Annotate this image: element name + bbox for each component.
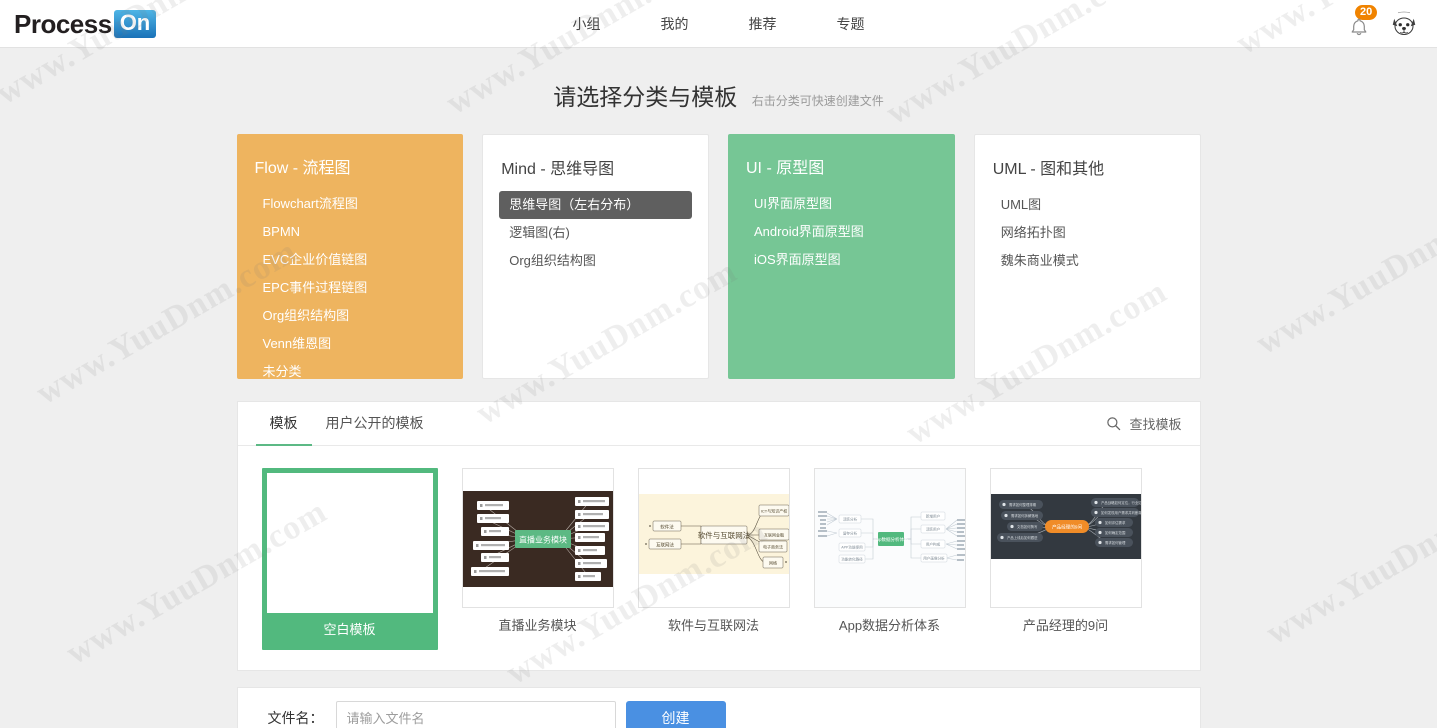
- svg-text:需求如何管理: 需求如何管理: [1105, 540, 1126, 545]
- svg-text:互联网法: 互联网法: [656, 542, 674, 549]
- category-title: Mind - 思维导图: [501, 161, 615, 178]
- nav-item-mine[interactable]: 我的: [653, 10, 697, 38]
- nav-item-group[interactable]: 小组: [565, 10, 609, 38]
- header-right-actions: 20: [1347, 4, 1419, 39]
- tab-public-templates[interactable]: 用户公开的模板: [312, 402, 438, 446]
- category-item-bpmn[interactable]: BPMN: [253, 218, 448, 246]
- category-card-flow[interactable]: Flow - 流程图 Flowchart流程图 BPMN EVC企业价值链图 E…: [236, 134, 464, 379]
- notifications-button[interactable]: 20: [1347, 4, 1378, 39]
- avatar[interactable]: [1389, 9, 1419, 39]
- svg-text:直播业务模块: 直播业务模块: [519, 535, 567, 545]
- category-card-row: Flow - 流程图 Flowchart流程图 BPMN EVC企业价值链图 E…: [236, 134, 1201, 379]
- top-header: Process On 小组 我的 推荐 专题 20: [0, 0, 1437, 48]
- bell-icon: [1351, 18, 1367, 35]
- tab-templates[interactable]: 模板: [255, 402, 312, 446]
- category-title: UI - 原型图: [746, 160, 825, 177]
- category-card-ui[interactable]: UI - 原型图 UI界面原型图 Android界面原型图 iOS界面原型图: [728, 134, 955, 379]
- page-header: 请选择分类与模板 右击分类可快速创建文件: [0, 48, 1437, 112]
- svg-text:ICT与知识产权: ICT与知识产权: [760, 508, 786, 514]
- template-thumbnail-live-business: 直播业务模块: [461, 468, 614, 608]
- template-label: App数据分析体系: [838, 618, 941, 633]
- svg-text:如何确定范围: 如何确定范围: [1105, 530, 1126, 535]
- template-thumbnail-pm-nine-questions: 需求如何整理排期 需求如何拆解落地 文档如何撰写 产品上线后如何跟进 产品战略如…: [989, 468, 1142, 608]
- template-card-blank[interactable]: 空白模板: [261, 468, 438, 650]
- search-template-label: 查找模板: [1129, 417, 1182, 432]
- svg-text:软件与互联网法: 软件与互联网法: [697, 530, 750, 540]
- nav-item-topic[interactable]: 专题: [829, 10, 873, 38]
- svg-text:如何发现用户需求并判断真伪需求: 如何发现用户需求并判断真伪需求: [1101, 510, 1142, 515]
- svg-text:用户构成: 用户构成: [925, 542, 940, 547]
- page-subtitle: 右击分类可快速创建文件: [751, 94, 884, 108]
- template-card-pm-nine-questions[interactable]: 需求如何整理排期 需求如何拆解落地 文档如何撰写 产品上线后如何跟进 产品战略如…: [989, 468, 1142, 650]
- svg-text:文档如何撰写: 文档如何撰写: [1017, 524, 1038, 529]
- template-label: 空白模板: [323, 622, 376, 637]
- category-item-android-prototype[interactable]: Android界面原型图: [744, 218, 939, 246]
- svg-text:App数据分析体系: App数据分析体系: [873, 536, 909, 543]
- category-item-ui-prototype[interactable]: UI界面原型图: [744, 190, 939, 218]
- category-item-uncategorized[interactable]: 未分类: [253, 358, 448, 386]
- svg-text:APP功能使用: APP功能使用: [841, 545, 863, 550]
- svg-text:留存分析: 留存分析: [842, 531, 857, 536]
- svg-text:产品战略如何定位，行业如何研究: 产品战略如何定位，行业如何研究: [1101, 500, 1142, 505]
- create-button[interactable]: 创建: [625, 701, 726, 728]
- search-template-button[interactable]: 查找模板: [1106, 402, 1182, 445]
- template-card-live-business[interactable]: 直播业务模块 直播业务模块: [461, 468, 614, 650]
- template-label: 软件与互联网法: [667, 618, 759, 633]
- template-card-software-law[interactable]: 软件法 互联网法 软件与互联网法 ICT与知识产权 互联网金融 电子商务法 网络: [637, 468, 790, 650]
- page-body: 请选择分类与模板 右击分类可快速创建文件 Flow - 流程图 Flowchar…: [0, 48, 1437, 728]
- create-file-bar: 文件名： 创建: [236, 687, 1201, 728]
- svg-text:网络: 网络: [769, 560, 777, 566]
- category-item-epc[interactable]: EPC事件过程链图: [253, 274, 448, 302]
- svg-text:新增用户: 新增用户: [925, 514, 940, 519]
- template-label: 直播业务模块: [498, 618, 577, 633]
- template-thumbnail-app-analytics: App数据分析体系 活跃分析 留存分析 APP功能使用 功能转化路径 新增用户 …: [813, 468, 966, 608]
- svg-text:产品经理的9问: 产品经理的9问: [1051, 524, 1082, 531]
- template-card-app-analytics[interactable]: App数据分析体系 活跃分析 留存分析 APP功能使用 功能转化路径 新增用户 …: [813, 468, 966, 650]
- category-item-org-structure[interactable]: Org组织结构图: [499, 247, 692, 275]
- category-title: UML - 图和其他: [992, 161, 1105, 178]
- template-panel-header: 模板 用户公开的模板 查找模板: [237, 402, 1200, 446]
- category-item-flowchart[interactable]: Flowchart流程图: [253, 190, 448, 218]
- svg-text:活跃分析: 活跃分析: [842, 517, 857, 522]
- page-title: 请选择分类与模板: [553, 84, 738, 110]
- category-item-network-topology[interactable]: 网络拓扑图: [991, 219, 1184, 247]
- category-item-logic-right[interactable]: 逻辑图(右): [499, 219, 692, 247]
- category-item-org[interactable]: Org组织结构图: [253, 302, 448, 330]
- category-item-evc[interactable]: EVC企业价值链图: [253, 246, 448, 274]
- template-thumbnail-blank: [266, 473, 433, 613]
- category-item-uml[interactable]: UML图: [991, 191, 1184, 219]
- filename-label: 文件名：: [267, 710, 324, 726]
- nav-item-recommend[interactable]: 推荐: [741, 10, 785, 38]
- category-item-ios-prototype[interactable]: iOS界面原型图: [744, 246, 939, 274]
- svg-text:需求如何整理排期: 需求如何整理排期: [1009, 502, 1037, 507]
- template-panel: 模板 用户公开的模板 查找模板 空白模板 直播业务模块 直播业务模块 软件法 互…: [236, 401, 1201, 671]
- filename-input[interactable]: [335, 701, 616, 728]
- category-item-mindmap-lr[interactable]: 思维导图（左右分布）: [499, 191, 692, 219]
- svg-text:产品上线后如何跟进: 产品上线后如何跟进: [1007, 535, 1038, 540]
- template-thumbnail-software-law: 软件法 互联网法 软件与互联网法 ICT与知识产权 互联网金融 电子商务法 网络: [637, 468, 790, 608]
- category-card-mind[interactable]: Mind - 思维导图 思维导图（左右分布） 逻辑图(右) Org组织结构图: [482, 134, 709, 379]
- svg-text:软件法: 软件法: [660, 524, 674, 531]
- svg-text:电子商务法: 电子商务法: [763, 544, 783, 550]
- svg-text:用户画像分析: 用户画像分析: [923, 556, 945, 561]
- main-navigation: 小组 我的 推荐 专题: [0, 10, 1437, 38]
- search-icon: [1107, 417, 1121, 431]
- svg-text:互联网金融: 互联网金融: [764, 532, 784, 538]
- svg-text:活跃用户: 活跃用户: [925, 527, 940, 532]
- svg-text:功能转化路径: 功能转化路径: [841, 557, 863, 562]
- category-item-weizhu-business[interactable]: 魏朱商业模式: [991, 247, 1184, 275]
- svg-text:如何评估需求: 如何评估需求: [1105, 520, 1126, 525]
- category-card-uml[interactable]: UML - 图和其他 UML图 网络拓扑图 魏朱商业模式: [973, 134, 1201, 379]
- category-title: Flow - 流程图: [254, 160, 351, 177]
- category-item-venn[interactable]: Venn维恩图: [253, 330, 448, 358]
- template-grid: 空白模板 直播业务模块 直播业务模块 软件法 互联网法 软件与互联网法 ICT与…: [238, 446, 1200, 670]
- template-label: 产品经理的9问: [1022, 618, 1109, 633]
- svg-text:需求如何拆解落地: 需求如何拆解落地: [1011, 513, 1039, 518]
